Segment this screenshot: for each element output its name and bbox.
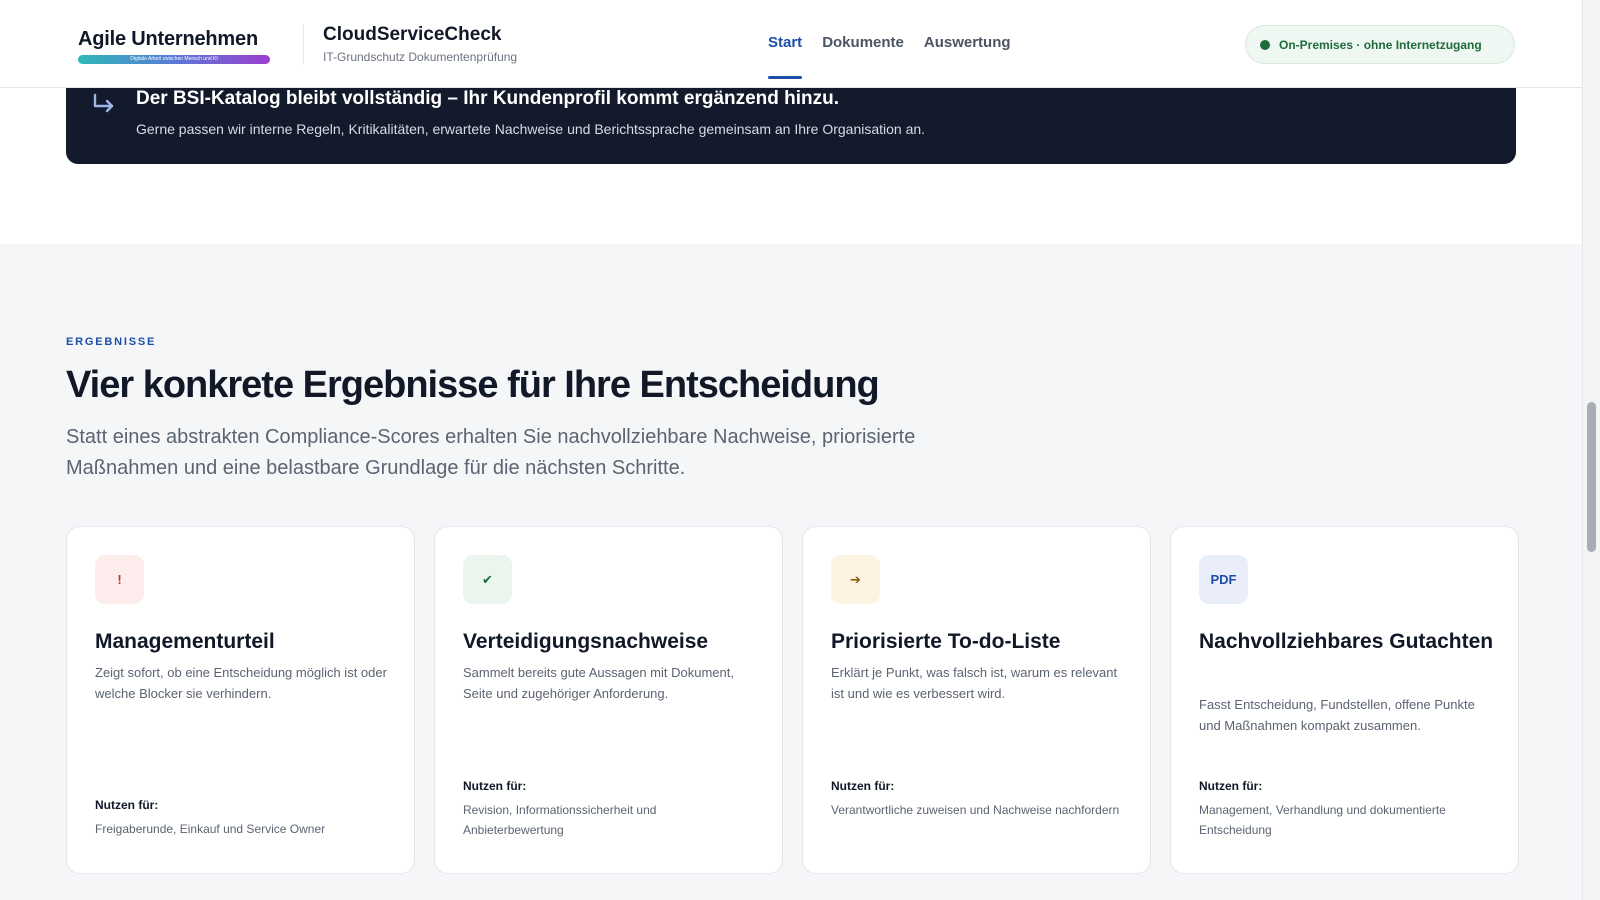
card-use-text: Management, Verhandlung und dokumentiert… bbox=[1199, 803, 1446, 837]
card-title: Priorisierte To-do-Liste bbox=[831, 630, 1061, 653]
exclamation-icon: ! bbox=[95, 555, 144, 604]
card-title: Verteidigungsnachweise bbox=[463, 630, 709, 653]
product-title-block: CloudServiceCheck IT-Grundschutz Dokumen… bbox=[323, 24, 517, 64]
brand-name: Agile Unternehmen bbox=[78, 28, 258, 50]
pdf-icon: PDF bbox=[1199, 555, 1248, 604]
card-description: Zeigt sofort, ob eine Entscheidung mögli… bbox=[95, 665, 387, 701]
info-banner: Der BSI-Katalog bleibt vollständig – Ihr… bbox=[66, 88, 1516, 164]
scrollbar-thumb[interactable] bbox=[1587, 402, 1596, 552]
nav-dokumente[interactable]: Dokumente bbox=[822, 34, 904, 79]
card-use-label: Nutzen für: bbox=[831, 779, 895, 793]
brand-tagline-bar: Digitale Arbeit zwischen Mensch und KI bbox=[78, 55, 270, 64]
card-description: Fasst Entscheidung, Fundstellen, offene … bbox=[1199, 697, 1475, 733]
card-use: Nutzen für: Freigaberunde, Einkauf und S… bbox=[95, 798, 390, 839]
product-subtitle: IT-Grundschutz Dokumentenprüfung bbox=[323, 50, 518, 64]
section-eyebrow: ERGEBNISSE bbox=[66, 336, 157, 348]
card-use-text: Verantwortliche zuweisen und Nachweise n… bbox=[831, 803, 1120, 817]
card-use-label: Nutzen für: bbox=[1199, 779, 1263, 793]
card-title: Nachvollziehbares Gutachten bbox=[1199, 630, 1494, 653]
card-use-label: Nutzen für: bbox=[463, 779, 527, 793]
result-card-todo-liste: ➔ Priorisierte To-do-Liste Erklärt je Pu… bbox=[802, 526, 1151, 874]
results-cards: ! Managementurteil Zeigt sofort, ob eine… bbox=[66, 526, 1519, 874]
page-scrollbar[interactable] bbox=[1582, 0, 1600, 900]
header-divider bbox=[303, 25, 304, 65]
main-nav: Start Dokumente Auswertung bbox=[768, 34, 1011, 79]
card-use-text: Revision, Informationssicherheit und Anb… bbox=[463, 803, 657, 837]
card-use-text: Freigaberunde, Einkauf und Service Owner bbox=[95, 822, 326, 836]
section-lead: Statt eines abstrakten Compliance-Scores… bbox=[66, 426, 916, 479]
card-use-label: Nutzen für: bbox=[95, 798, 159, 812]
card-use: Nutzen für: Management, Verhandlung und … bbox=[1199, 779, 1494, 840]
arrow-return-icon bbox=[90, 90, 118, 118]
results-section: ERGEBNISSE Vier konkrete Ergebnisse für … bbox=[0, 244, 1582, 900]
arrow-right-icon: ➔ bbox=[831, 555, 880, 604]
check-icon: ✔ bbox=[463, 555, 512, 604]
banner-title: Der BSI-Katalog bleibt vollständig – Ihr… bbox=[136, 88, 840, 109]
result-card-verteidigungsnachweise: ✔ Verteidigungsnachweise Sammelt bereits… bbox=[434, 526, 783, 874]
status-badge: On-Premises · ohne Internetzugang bbox=[1245, 25, 1515, 64]
status-label: On-Premises · ohne Internetzugang bbox=[1279, 37, 1482, 52]
result-card-gutachten: PDF Nachvollziehbares Gutachten Fasst En… bbox=[1170, 526, 1519, 874]
product-name: CloudServiceCheck bbox=[323, 24, 502, 45]
card-description: Sammelt bereits gute Aussagen mit Dokume… bbox=[463, 665, 734, 701]
nav-start[interactable]: Start bbox=[768, 34, 803, 79]
brand-logo[interactable]: Agile Unternehmen Digitale Arbeit zwisch… bbox=[78, 28, 274, 64]
card-use: Nutzen für: Verantwortliche zuweisen und… bbox=[831, 779, 1126, 820]
status-dot-icon bbox=[1260, 39, 1270, 50]
card-use: Nutzen für: Revision, Informationssicher… bbox=[463, 779, 758, 840]
section-title: Vier konkrete Ergebnisse für Ihre Entsch… bbox=[66, 364, 880, 406]
card-description: Erklärt je Punkt, was falsch ist, warum … bbox=[831, 665, 1118, 701]
result-card-managementurteil: ! Managementurteil Zeigt sofort, ob eine… bbox=[66, 526, 415, 874]
banner-text: Gerne passen wir interne Regeln, Kritika… bbox=[136, 121, 926, 137]
top-header: Agile Unternehmen Digitale Arbeit zwisch… bbox=[0, 0, 1582, 88]
card-title: Managementurteil bbox=[95, 630, 275, 653]
nav-auswertung[interactable]: Auswertung bbox=[924, 34, 1011, 79]
